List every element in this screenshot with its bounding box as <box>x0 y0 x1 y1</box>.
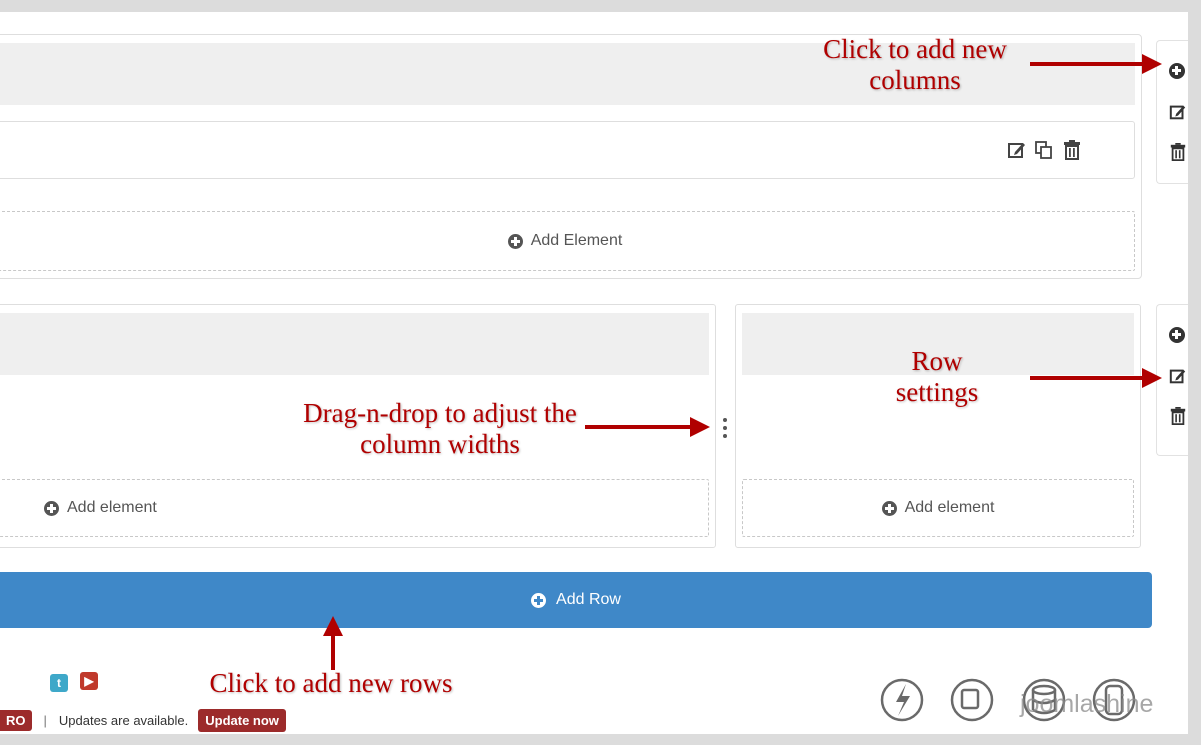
youtube-icon[interactable]: ▶ <box>80 672 98 690</box>
twitter-icon[interactable]: t <box>50 674 68 692</box>
footer-bar: RO | Updates are available. Update now <box>0 709 286 732</box>
canvas: Add Element Add element Add element Add … <box>0 12 1188 734</box>
update-now-button[interactable]: Update now <box>198 709 286 732</box>
pro-badge[interactable]: RO <box>0 710 32 731</box>
arrowhead <box>323 616 343 636</box>
separator: | <box>43 713 47 728</box>
copy-icon <box>950 678 994 722</box>
arrowhead <box>690 417 710 437</box>
brand-watermark: joomlashine <box>1020 690 1154 718</box>
annotation-arrows <box>323 54 1162 670</box>
arrowhead <box>1142 54 1162 74</box>
updates-text: Updates are available. <box>58 713 189 728</box>
arrowhead <box>1142 368 1162 388</box>
